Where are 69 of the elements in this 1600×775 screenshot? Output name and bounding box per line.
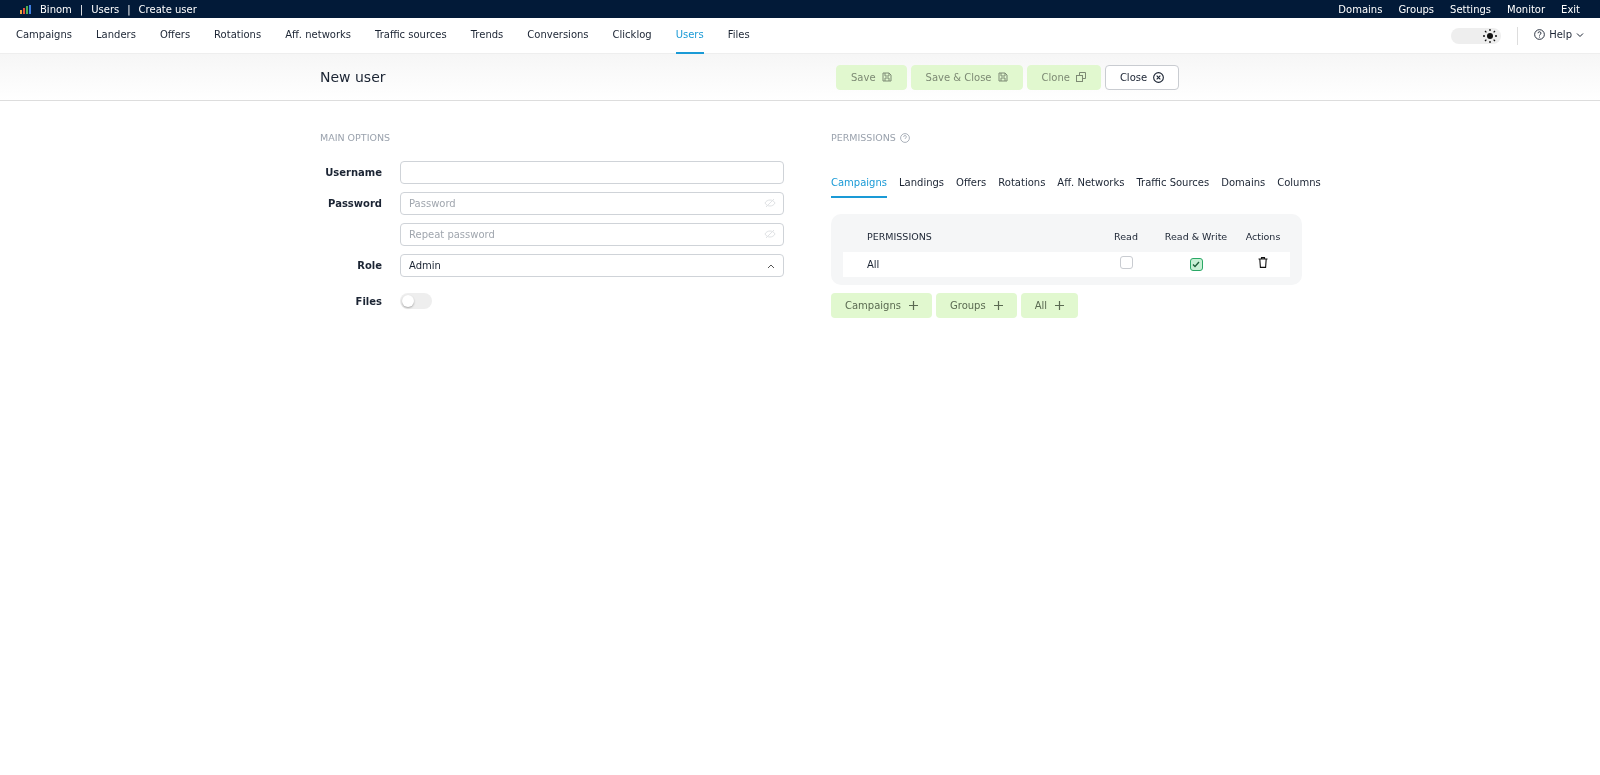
files-switch[interactable]: [400, 293, 432, 310]
breadcrumb-link[interactable]: Users: [91, 1, 120, 17]
column-header: PERMISSIONS: [866, 230, 933, 245]
action-button[interactable]: Close: [1104, 64, 1180, 90]
help-menu[interactable]: Help: [1534, 17, 1584, 54]
column-header: Read: [1113, 230, 1139, 245]
permission-tab[interactable]: Aff. Networks: [1057, 169, 1125, 199]
plus-icon: [993, 301, 1003, 311]
nav-tab[interactable]: Rotations: [214, 17, 262, 54]
floppy-icon: [997, 72, 1008, 82]
help-icon: [899, 133, 910, 144]
floppy-icon: [881, 72, 892, 82]
nav-tab[interactable]: Conversions: [527, 17, 589, 54]
table-cell-text: All: [866, 258, 881, 273]
top-link[interactable]: Exit: [1561, 1, 1580, 17]
eye-icon: [764, 229, 776, 240]
nav-tab[interactable]: Offers: [159, 17, 191, 54]
field-label: Files: [354, 294, 383, 309]
permission-tab[interactable]: Domains: [1221, 169, 1266, 199]
section-heading: MAIN OPTIONS: [320, 131, 392, 145]
permission-tab[interactable]: Rotations: [998, 169, 1046, 199]
nav-tab[interactable]: Aff. networks: [285, 17, 352, 54]
page-title: New user: [320, 67, 387, 87]
nav-tab[interactable]: Campaigns: [16, 17, 72, 54]
role-select[interactable]: Admin: [400, 254, 784, 278]
top-link[interactable]: Monitor: [1507, 1, 1546, 17]
nav-tab[interactable]: Traffic sources: [375, 17, 447, 54]
breadcrumb-link[interactable]: Binom: [40, 1, 72, 17]
nav-tab[interactable]: Clicklog: [612, 17, 652, 54]
add-button[interactable]: Groups: [936, 293, 1017, 319]
theme-toggle[interactable]: [1451, 27, 1502, 44]
section-heading: PERMISSIONS: [831, 131, 896, 145]
close-icon: [1153, 71, 1165, 83]
checkbox[interactable]: [1119, 256, 1133, 270]
chevron-down-icon: [1576, 30, 1584, 39]
bar-chart-icon: [20, 4, 32, 14]
trash-icon: [1258, 257, 1268, 269]
field-label: Password: [327, 197, 383, 212]
breadcrumb-separator: |: [127, 2, 131, 17]
nav-tab[interactable]: Files: [727, 17, 750, 54]
top-link[interactable]: Groups: [1398, 1, 1435, 17]
username-field[interactable]: [400, 161, 784, 185]
plus-icon: [909, 301, 918, 311]
password-field[interactable]: Repeat password: [400, 223, 784, 247]
permission-tab[interactable]: Landings: [899, 169, 945, 199]
column-header: Read & Write: [1163, 230, 1229, 245]
field-label: Role: [356, 259, 383, 274]
permission-tab[interactable]: Traffic Sources: [1136, 169, 1210, 199]
breadcrumb-link[interactable]: Create user: [138, 1, 197, 17]
nav-tab[interactable]: Trends: [470, 17, 504, 54]
help-icon: [1534, 29, 1546, 40]
delete-button[interactable]: [1258, 257, 1268, 269]
permission-tab[interactable]: Columns: [1277, 169, 1321, 199]
password-field[interactable]: Password: [400, 192, 784, 216]
column-header: Actions: [1244, 230, 1282, 245]
add-button[interactable]: All: [1020, 293, 1079, 319]
permission-tab[interactable]: Offers: [956, 169, 987, 199]
copy-icon: [1075, 72, 1086, 82]
checkbox[interactable]: [1189, 258, 1203, 272]
top-link[interactable]: Settings: [1450, 1, 1492, 17]
eye-icon: [764, 198, 776, 209]
nav-tab[interactable]: Landers: [96, 17, 136, 54]
add-button[interactable]: Campaigns: [831, 293, 932, 319]
top-link[interactable]: Domains: [1338, 1, 1383, 17]
plus-icon: [1055, 301, 1065, 311]
breadcrumb-separator: |: [79, 2, 84, 17]
chevron-up-icon: [767, 262, 775, 269]
sun-icon: [1483, 28, 1498, 43]
field-label: Username: [324, 166, 383, 181]
